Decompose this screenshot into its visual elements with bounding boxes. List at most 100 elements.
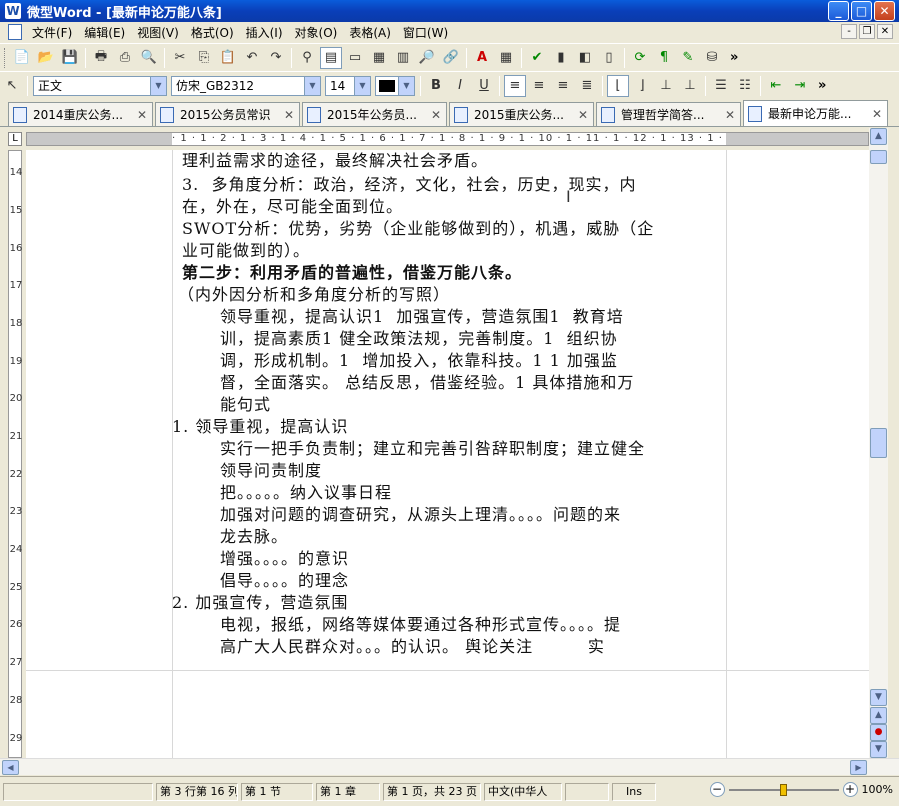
maximize-button[interactable]: □: [851, 1, 872, 21]
chevron-down-icon[interactable]: ▼: [354, 76, 370, 95]
insert-table-icon[interactable]: ▦: [495, 47, 517, 69]
more-format-tools-icon[interactable]: »: [818, 78, 826, 93]
font-select[interactable]: 仿宋_GB2312 ▼: [171, 75, 321, 96]
style-icon[interactable]: ¶: [653, 47, 675, 69]
doc-line[interactable]: 业可能做到的）。: [182, 240, 310, 262]
doc-line[interactable]: 把。。。。。纳入议事日程: [220, 482, 392, 504]
zoom-icon[interactable]: 🔎: [416, 47, 438, 69]
doc-line[interactable]: 2. 加强宣传，营造氛围: [172, 592, 348, 614]
insert-text-icon[interactable]: A: [471, 47, 493, 69]
doc-line[interactable]: 理利益需求的途径，最终解决社会矛盾。: [182, 150, 488, 172]
document-page[interactable]: 理利益需求的途径，最终解决社会矛盾。 3. 多角度分析：政治，经济，文化，社会，…: [26, 150, 869, 758]
cut-icon[interactable]: ✂: [169, 47, 191, 69]
doc-line[interactable]: 实行一把手负责制；建立和完善引咎辞职制度；建立健全: [220, 438, 645, 460]
menu-file[interactable]: 文件(F): [26, 24, 78, 41]
previous-page-button[interactable]: ▲: [870, 707, 887, 724]
redo-icon[interactable]: ↷: [265, 47, 287, 69]
tab-doc-4[interactable]: 2015重庆公务... ✕: [449, 102, 594, 126]
tab-doc-5[interactable]: 管理哲学简答... ✕: [596, 102, 741, 126]
doc-line[interactable]: 领导问责制度: [220, 460, 322, 482]
menu-edit[interactable]: 编辑(E): [78, 24, 131, 41]
new-document-icon[interactable]: 📄: [11, 47, 33, 69]
doc-line[interactable]: 增强。。。。的意识: [220, 548, 349, 570]
chart-icon[interactable]: ▮: [550, 47, 572, 69]
open-folder-icon[interactable]: 📂: [35, 47, 57, 69]
style-select[interactable]: 正文 ▼: [33, 75, 167, 96]
align-right-icon[interactable]: ≡: [552, 75, 574, 97]
doc-close-button[interactable]: ✕: [877, 24, 893, 39]
doc-line[interactable]: 调，形成机制。1 增加投入，依靠科技。1 1 加强监: [220, 350, 618, 372]
next-page-button[interactable]: ▼: [870, 741, 887, 758]
more-tools-icon[interactable]: »: [730, 50, 738, 65]
chevron-down-icon[interactable]: ▼: [398, 76, 414, 95]
tab-close-icon[interactable]: ✕: [430, 108, 442, 122]
refresh-icon[interactable]: ⟳: [629, 47, 651, 69]
save-icon[interactable]: 💾: [59, 47, 81, 69]
shape-icon[interactable]: ◧: [574, 47, 596, 69]
export-pdf-icon[interactable]: ⎙: [114, 47, 136, 69]
tab-left-icon[interactable]: ⌊: [607, 74, 629, 97]
tab-center-icon[interactable]: ⊥: [655, 75, 677, 97]
web-view-icon[interactable]: ▭: [344, 47, 366, 69]
doc-minimize-button[interactable]: -: [841, 24, 857, 39]
doc-heading[interactable]: 第二步：利用矛盾的普遍性，借鉴万能八条。: [182, 262, 522, 284]
menu-format[interactable]: 格式(O): [185, 24, 240, 41]
tab-close-icon[interactable]: ✕: [283, 108, 295, 122]
doc-line[interactable]: 督，全面落实。 总结反思，借鉴经验。1 具体措施和万: [220, 372, 634, 394]
tab-close-icon[interactable]: ✕: [136, 108, 148, 122]
tab-decimal-icon[interactable]: ⊥: [679, 75, 701, 97]
underline-button[interactable]: U: [473, 75, 495, 97]
vertical-scrollbar[interactable]: ▲ ▼ ▲ ● ▼: [869, 128, 888, 758]
menu-view[interactable]: 视图(V): [131, 24, 185, 41]
split-handle[interactable]: [870, 150, 887, 164]
zoom-slider-knob[interactable]: [779, 783, 787, 796]
document-icon[interactable]: [8, 24, 22, 40]
page-view-icon[interactable]: ▤: [320, 46, 342, 69]
chevron-down-icon[interactable]: ▼: [304, 76, 320, 95]
select-browse-object-button[interactable]: ●: [870, 724, 887, 741]
doc-line[interactable]: 在，外在，尽可能全面到位。: [182, 196, 403, 218]
hyperlink-icon[interactable]: 🔗: [440, 47, 462, 69]
status-insert-mode[interactable]: Ins: [612, 782, 656, 801]
toolbar-grip[interactable]: [4, 47, 7, 68]
doc-line[interactable]: 倡导。。。。的理念: [220, 570, 349, 592]
font-color-select[interactable]: ▼: [375, 75, 415, 96]
zoom-slider[interactable]: [728, 783, 839, 796]
doc-line[interactable]: 能句式: [220, 394, 271, 416]
pointer-select-icon[interactable]: ↖: [1, 75, 23, 97]
doc-restore-button[interactable]: ❐: [859, 24, 875, 39]
numbered-list-icon[interactable]: ☰: [710, 75, 732, 97]
scroll-right-button[interactable]: ▶: [850, 760, 867, 775]
tab-doc-1[interactable]: 2014重庆公务... ✕: [8, 102, 153, 126]
italic-button[interactable]: I: [449, 75, 471, 97]
outline-view-icon[interactable]: ▦: [368, 47, 390, 69]
bold-button[interactable]: B: [425, 75, 447, 97]
scroll-down-button[interactable]: ▼: [870, 689, 887, 706]
word-app-icon[interactable]: W: [5, 3, 21, 19]
horizontal-ruler[interactable]: L · 1 · 1 · 2 · 1 · 3 · 1 · 4 · 1 · 5 · …: [0, 128, 899, 150]
menu-insert[interactable]: 插入(I): [240, 24, 289, 41]
doc-line[interactable]: 领导重视，提高认识1 加强宣传，营造氛围1 教育培: [220, 306, 624, 328]
doc-line[interactable]: SWOT分析：优势，劣势（企业能够做到的），机遇，威胁（企: [182, 218, 654, 240]
undo-icon[interactable]: ↶: [241, 47, 263, 69]
decrease-indent-icon[interactable]: ⇤: [765, 75, 787, 97]
menu-window[interactable]: 窗口(W): [397, 24, 454, 41]
horizontal-scrollbar[interactable]: ◀ ▶: [0, 758, 899, 775]
tab-close-icon[interactable]: ✕: [724, 108, 736, 122]
doc-line[interactable]: 训，提高素质1 健全政策法规，完善制度。1 组织协: [220, 328, 618, 350]
doc-line[interactable]: 加强对问题的调查研究，从源头上理清。。。。问题的来: [220, 504, 621, 526]
tab-stop-selector[interactable]: L: [8, 132, 22, 146]
ruler-scale[interactable]: · 1 · 1 · 2 · 1 · 3 · 1 · 4 · 1 · 5 · 1 …: [172, 132, 726, 146]
zoom-in-button[interactable]: +: [842, 782, 858, 797]
minimize-button[interactable]: _: [828, 1, 849, 21]
print-preview-icon[interactable]: 🔍: [138, 47, 160, 69]
align-center-icon[interactable]: ≡: [528, 75, 550, 97]
menu-table[interactable]: 表格(A): [343, 24, 397, 41]
scroll-left-button[interactable]: ◀: [2, 760, 19, 775]
tab-doc-2[interactable]: 2015公务员常识 ✕: [155, 102, 300, 126]
tab-close-icon[interactable]: ✕: [577, 108, 589, 122]
menu-object[interactable]: 对象(O): [289, 24, 344, 41]
doc-line[interactable]: 电视，报纸，网络等媒体要通过各种形式宣传。。。。提: [220, 614, 621, 636]
format-painter-icon[interactable]: ✎: [677, 47, 699, 69]
doc-line[interactable]: 龙去脉。: [220, 526, 288, 548]
